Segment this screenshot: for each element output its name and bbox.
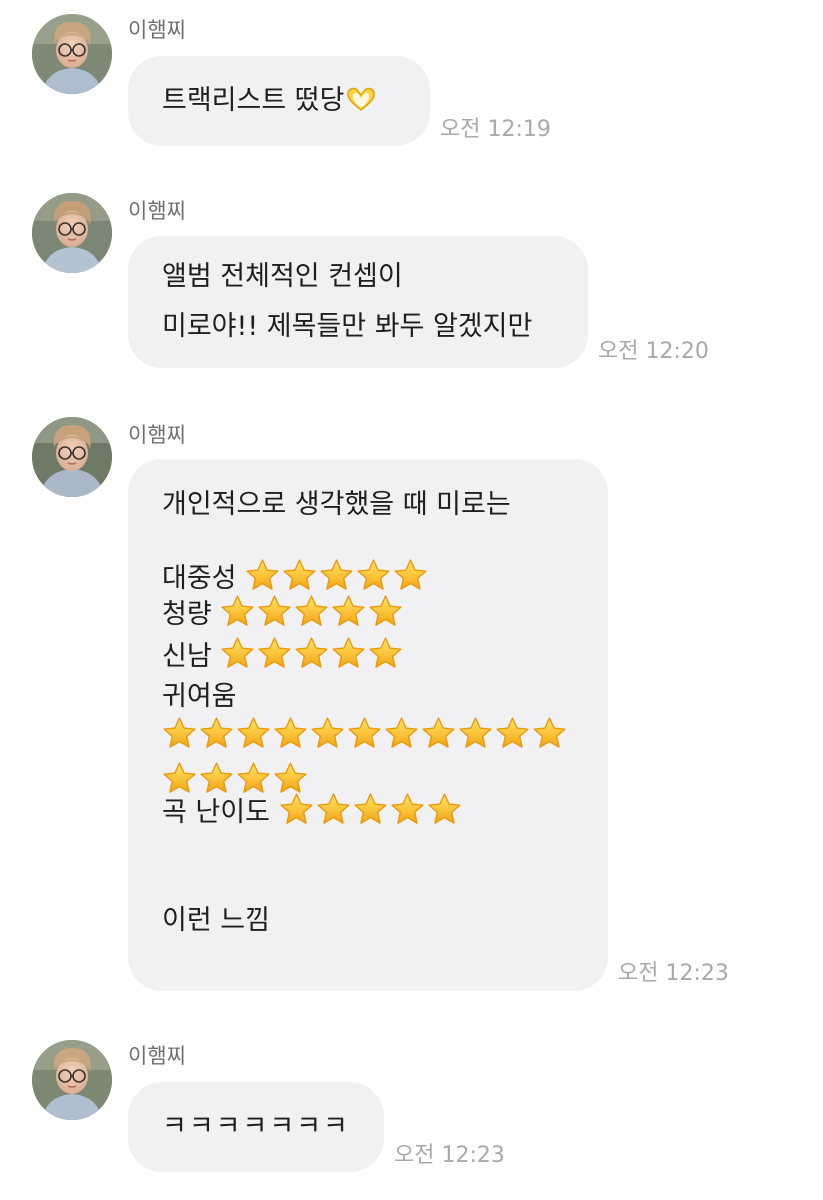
message-text: 트랙리스트 떴당 (162, 82, 430, 120)
message-bubble[interactable]: 개인적으로 생각했을 때 미로는 대중성 청량 신남 귀여움 곡 난이도 이런 … (128, 459, 608, 991)
rating-row: 청량 (162, 594, 608, 636)
star-icon (368, 636, 403, 670)
message-text-line: 미로야!! 제목들만 봐두 알겠지만 (162, 311, 533, 342)
star-icon (390, 792, 425, 826)
message-time: 오전 12:23 (394, 1143, 505, 1168)
message-time: 오전 12:23 (618, 961, 729, 986)
star-icon (273, 761, 308, 795)
star-icon (427, 792, 462, 826)
star-icon (294, 636, 329, 670)
rating-row: 신남 (162, 636, 608, 678)
ratings-list: 대중성 청량 신남 귀여움 곡 난이도 (162, 558, 608, 830)
star-icon (310, 716, 345, 750)
star-icon (199, 761, 234, 795)
star-icon (199, 716, 234, 750)
profile-photo-icon (32, 193, 112, 273)
rating-row: 귀여움 (162, 681, 237, 712)
star-icon (458, 716, 493, 750)
heart-hands-icon (346, 86, 376, 112)
star-icon (331, 594, 366, 628)
message-bubble[interactable]: 앨범 전체적인 컨셉이 미로야!! 제목들만 봐두 알겠지만 (128, 236, 588, 368)
star-icon (495, 716, 530, 750)
profile-photo-icon (32, 417, 112, 497)
star-icon (353, 792, 388, 826)
star-icon (393, 558, 428, 592)
star-icon (279, 792, 314, 826)
star-icon (245, 558, 280, 592)
message-text-line: 앨범 전체적인 컨셉이 (162, 261, 403, 292)
sender-name: 이햄찌 (128, 199, 186, 223)
star-icon (162, 716, 197, 750)
profile-photo-icon (32, 14, 112, 94)
message-text-line: 개인적으로 생각했을 때 미로는 (162, 489, 511, 520)
star-icon (162, 761, 197, 795)
avatar[interactable] (32, 1040, 112, 1120)
star-icon (331, 636, 366, 670)
star-icon (316, 792, 351, 826)
star-icon (220, 594, 255, 628)
sender-name: 이햄찌 (128, 1044, 186, 1068)
star-icon (257, 636, 292, 670)
star-rating (220, 594, 405, 639)
star-icon (368, 594, 403, 628)
star-icon (532, 716, 567, 750)
avatar[interactable] (32, 417, 112, 497)
message-text-line: 이런 느낌 (162, 905, 270, 936)
rating-row: 곡 난이도 (162, 792, 608, 830)
avatar[interactable] (32, 193, 112, 273)
message-time: 오전 12:20 (598, 339, 709, 364)
star-icon (384, 716, 419, 750)
message-bubble[interactable]: ㅋㅋㅋㅋㅋㅋㅋ (128, 1082, 384, 1172)
star-icon (319, 558, 354, 592)
star-icon (236, 761, 271, 795)
star-icon (356, 558, 391, 592)
rating-row-stars (162, 716, 582, 795)
rating-row: 대중성 (162, 558, 608, 594)
star-icon (257, 594, 292, 628)
star-icon (220, 636, 255, 670)
message-bubble[interactable]: 트랙리스트 떴당 (128, 56, 430, 146)
sender-name: 이햄찌 (128, 18, 186, 42)
profile-photo-icon (32, 1040, 112, 1120)
star-icon (273, 716, 308, 750)
star-icon (421, 716, 456, 750)
star-icon (236, 716, 271, 750)
star-icon (294, 594, 329, 628)
message-text: ㅋㅋㅋㅋㅋㅋㅋ (162, 1111, 350, 1142)
avatar[interactable] (32, 14, 112, 94)
message-time: 오전 12:19 (440, 117, 551, 142)
star-icon (347, 716, 382, 750)
star-icon (282, 558, 317, 592)
star-rating (279, 792, 464, 837)
sender-name: 이햄찌 (128, 423, 186, 447)
star-rating (220, 636, 405, 681)
